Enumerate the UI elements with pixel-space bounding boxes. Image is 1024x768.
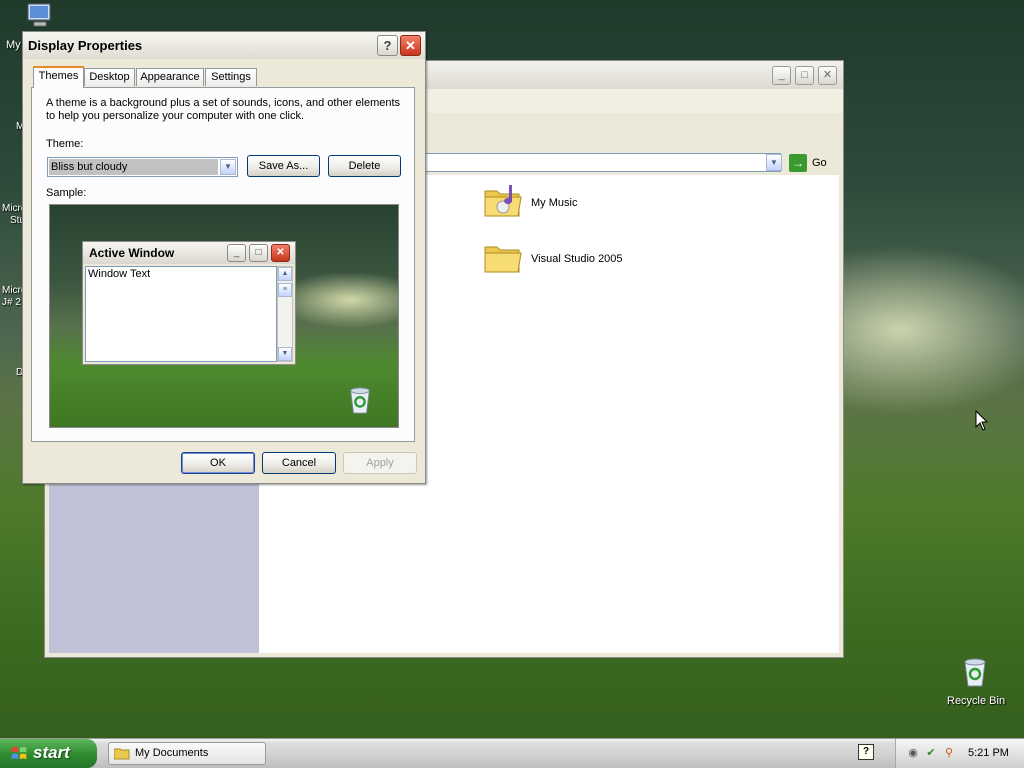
tab-themes[interactable]: Themes (33, 66, 84, 88)
address-input[interactable] (425, 153, 781, 172)
taskbar-item-my-documents[interactable]: My Documents (108, 742, 266, 765)
start-label: start (33, 743, 70, 762)
windows-logo-icon (11, 746, 27, 760)
help-button[interactable]: ? (377, 35, 398, 56)
tab-settings[interactable]: Settings (205, 68, 257, 86)
theme-select-value: Bliss but cloudy (49, 159, 218, 175)
chevron-down-icon[interactable]: ▼ (220, 159, 236, 175)
themes-panel: A theme is a background plus a set of so… (31, 87, 415, 442)
music-folder-icon (484, 185, 522, 217)
theme-description: A theme is a background plus a set of so… (46, 97, 401, 122)
mouse-cursor-icon (975, 410, 989, 431)
theme-sample-preview: Active Window _ □ ✕ Window Text ▲ ≡ ▼ (49, 204, 399, 428)
help-icon[interactable]: ? (858, 744, 874, 760)
recycle-bin-icon (964, 658, 986, 687)
dialog-title: Display Properties (28, 38, 143, 53)
close-button[interactable]: ✕ (818, 66, 837, 85)
tab-desktop[interactable]: Desktop (84, 68, 135, 86)
my-computer-icon (27, 3, 51, 27)
close-button[interactable]: ✕ (400, 35, 421, 56)
go-button-label[interactable]: Go (812, 157, 827, 169)
scroll-down-icon: ▼ (278, 347, 292, 361)
start-button[interactable]: start (0, 739, 97, 768)
address-dropdown-button[interactable]: ▼ (766, 154, 782, 171)
sample-window-text: Window Text (85, 266, 277, 362)
dialog-title-bar[interactable]: Display Properties ? ✕ (23, 32, 425, 59)
desktop-icon-label: My (6, 39, 21, 51)
sample-active-window: Active Window _ □ ✕ Window Text ▲ ≡ ▼ (82, 241, 296, 365)
search-icon[interactable]: ⚲ (942, 746, 956, 760)
maximize-button[interactable]: □ (795, 66, 814, 85)
scroll-thumb: ≡ (278, 283, 292, 297)
sample-label: Sample: (46, 187, 87, 199)
save-as-button[interactable]: Save As... (247, 155, 320, 177)
close-icon: ✕ (271, 244, 290, 262)
explorer-task-pane (49, 481, 259, 653)
system-tray: ◉ ✔ ⚲ 5:21 PM (895, 739, 1024, 768)
cancel-button[interactable]: Cancel (262, 452, 336, 474)
tab-appearance[interactable]: Appearance (136, 68, 204, 86)
minimize-button[interactable]: _ (772, 66, 791, 85)
folder-icon (114, 748, 130, 760)
desktop-icon-fragment: J# 2 (2, 297, 21, 308)
security-icon[interactable]: ✔ (924, 746, 938, 760)
clock[interactable]: 5:21 PM (968, 747, 1009, 759)
ok-button[interactable]: OK (181, 452, 255, 474)
recycle-bin-icon (350, 387, 370, 414)
taskbar-item-label: My Documents (135, 747, 209, 759)
sample-scrollbar: ▲ ≡ ▼ (277, 266, 293, 362)
folder-icon (484, 246, 522, 273)
theme-label: Theme: (46, 138, 84, 150)
network-icon[interactable]: ◉ (906, 746, 920, 760)
folder-label: Visual Studio 2005 (531, 253, 623, 265)
minimize-icon: _ (227, 244, 246, 262)
maximize-icon: □ (249, 244, 268, 262)
folder-label: My Music (531, 197, 578, 209)
sample-window-title-bar: Active Window _ □ ✕ (83, 242, 295, 264)
desktop-icon-label: Recycle Bin (947, 695, 1006, 707)
theme-select[interactable]: Bliss but cloudy ▼ (47, 157, 238, 177)
delete-button[interactable]: Delete (328, 155, 401, 177)
scroll-up-icon: ▲ (278, 267, 292, 281)
display-properties-dialog: Display Properties ? ✕ Themes Desktop Ap… (22, 31, 426, 484)
apply-button[interactable]: Apply (343, 452, 417, 474)
go-arrow-icon[interactable]: → (789, 154, 807, 172)
sample-window-title: Active Window (89, 246, 175, 260)
